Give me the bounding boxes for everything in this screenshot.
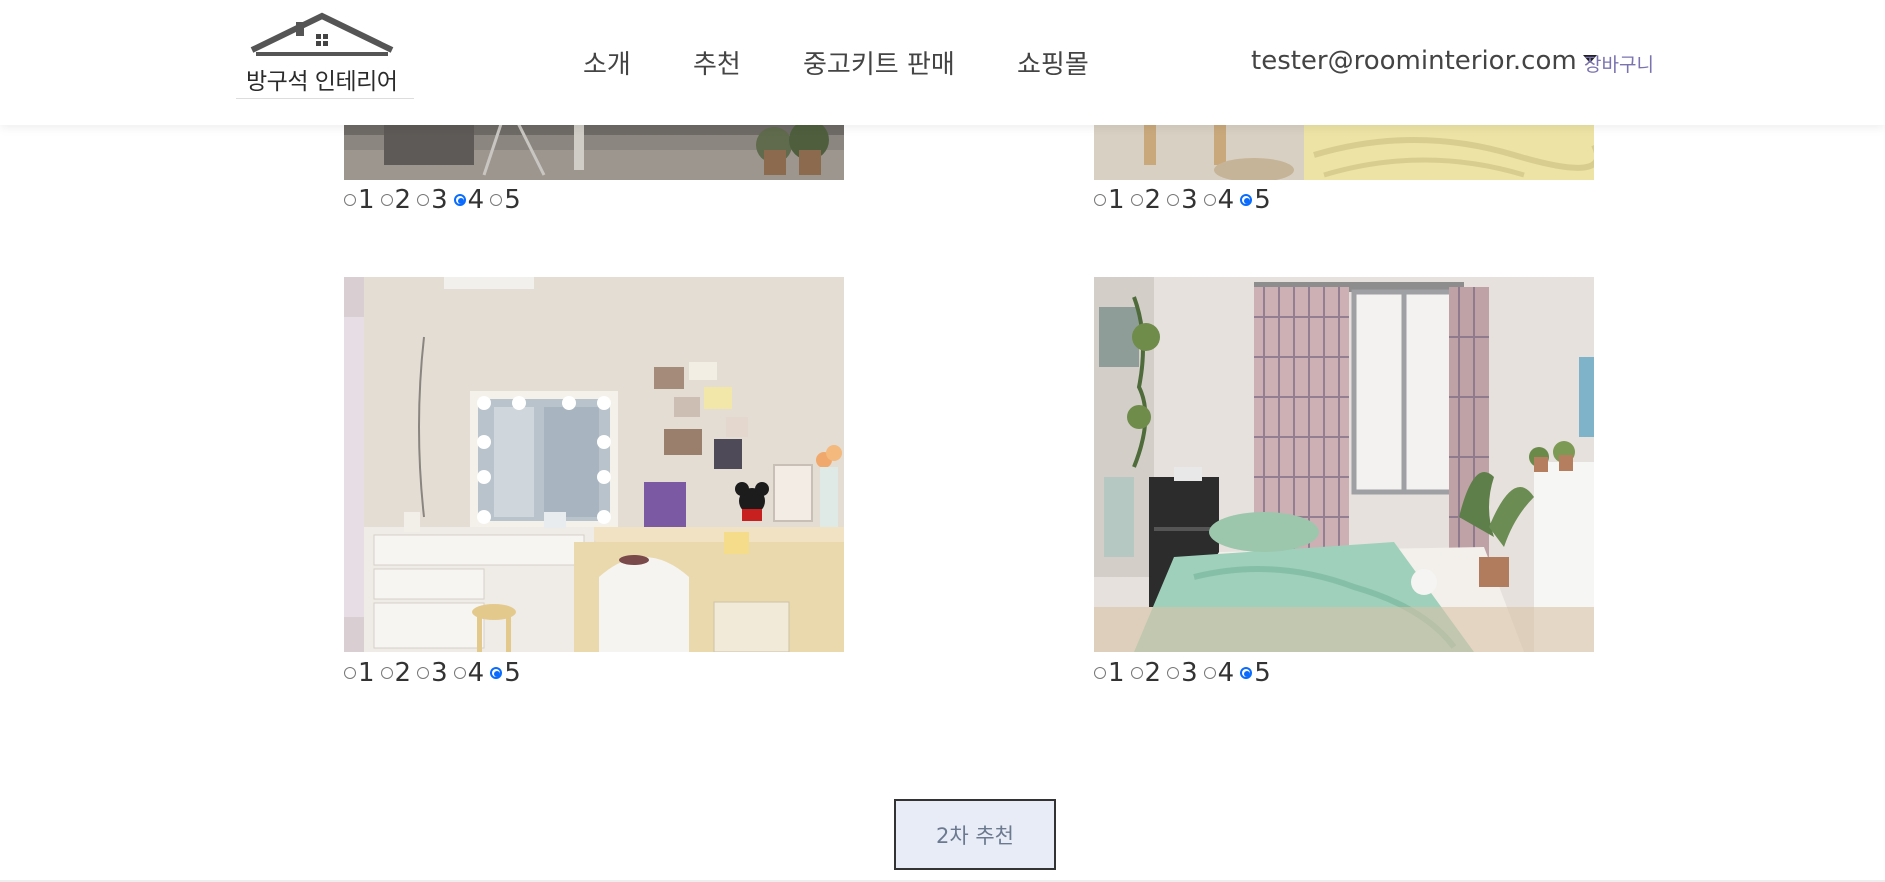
room-photo [344,277,844,652]
user-menu-dropdown[interactable]: tester@roominterior.com [1251,46,1597,76]
rating-option[interactable]: 2 [1130,658,1161,688]
rating-option[interactable]: 1 [1094,658,1125,688]
second-recommend-button[interactable]: 2차 추천 [894,799,1056,870]
nav-shopping-mall[interactable]: 쇼핑몰 [1017,44,1089,81]
cart-link[interactable]: 장바구니 [1584,50,1654,77]
rating-option[interactable]: 1 [344,658,375,688]
rating-option[interactable]: 2 [380,658,411,688]
rating-option[interactable]: 1 [344,185,375,215]
rating-option[interactable]: 4 [1203,658,1234,688]
nav-about[interactable]: 소개 [583,44,631,81]
rating-option[interactable]: 4 [453,658,484,688]
rating-option[interactable]: 5 [490,658,521,688]
rating-option[interactable]: 3 [417,658,448,688]
rating-option[interactable]: 1 [1094,185,1125,215]
user-email: tester@roominterior.com [1251,46,1577,76]
house-roof-icon [250,12,394,56]
logo-text: 방구석 인테리어 [246,69,398,95]
rating-option[interactable]: 4 [1203,185,1234,215]
rating-option[interactable]: 3 [417,185,448,215]
rating-group: 1 2 3 4 5 [1094,185,1277,215]
rating-option[interactable]: 5 [1240,185,1271,215]
rating-option[interactable]: 5 [1240,658,1271,688]
nav-recommend[interactable]: 추천 [693,44,741,81]
rating-option[interactable]: 3 [1167,658,1198,688]
nav-used-kit-sale[interactable]: 중고키트 판매 [803,44,955,81]
rating-option[interactable]: 4 [453,185,484,215]
site-logo[interactable]: 방구석 인테리어 [236,2,414,99]
rating-option[interactable]: 5 [490,185,521,215]
room-photo [1094,277,1594,652]
rating-group: 1 2 3 4 5 [1094,658,1277,688]
rating-group: 1 2 3 4 5 [344,658,527,688]
rating-group: 1 2 3 4 5 [344,185,527,215]
rating-option[interactable]: 2 [1130,185,1161,215]
navbar: 방구석 인테리어 소개 추천 중고키트 판매 쇼핑몰 tester@roomin… [0,0,1885,125]
rating-option[interactable]: 2 [380,185,411,215]
rating-option[interactable]: 3 [1167,185,1198,215]
